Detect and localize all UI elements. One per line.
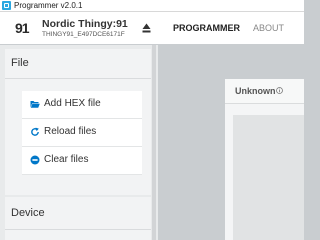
folder-open-icon: [30, 101, 40, 108]
sidebar: File Add HEX file Reload files Clear fil…: [0, 45, 158, 240]
file-panel: File Add HEX file Reload files Clear fil…: [5, 49, 151, 195]
device-name[interactable]: Nordic Thingy:91: [42, 18, 128, 30]
clear-files-button[interactable]: Clear files: [22, 147, 142, 175]
device-panel-title[interactable]: Device: [11, 207, 45, 219]
thingy91-logo: 91: [15, 20, 30, 36]
add-hex-file-label: Add HEX file: [44, 98, 101, 109]
tab-about[interactable]: ABOUT: [253, 22, 284, 34]
file-panel-title[interactable]: File: [11, 57, 29, 69]
divider: [5, 78, 151, 79]
memory-card-title: Unknown: [235, 86, 276, 96]
window-title-bar: Programmer v2.0.1: [0, 0, 304, 12]
clear-files-label: Clear files: [44, 154, 89, 165]
tab-programmer[interactable]: PROGRAMMER: [173, 22, 240, 34]
add-hex-file-button[interactable]: Add HEX file: [22, 91, 142, 119]
device-panel: Device: [5, 197, 151, 240]
sidebar-scrollbar[interactable]: [152, 45, 156, 240]
memory-card: Unknown: [225, 79, 304, 240]
eject-icon[interactable]: [142, 23, 151, 33]
reload-files-label: Reload files: [44, 126, 97, 137]
app-header: 91 Nordic Thingy:91 THINGY91_E497DCE6171…: [0, 12, 304, 44]
reload-files-button[interactable]: Reload files: [22, 119, 142, 147]
device-serial[interactable]: THINGY91_E497DCE6171F: [42, 31, 125, 39]
app-icon: [2, 1, 11, 10]
main-content: Unknown: [159, 45, 304, 240]
window-title: Programmer v2.0.1: [14, 1, 83, 10]
memory-card-header: Unknown: [225, 79, 304, 104]
minus-circle-icon: [30, 155, 40, 165]
memory-map: [233, 115, 304, 240]
reload-icon: [31, 127, 39, 136]
info-icon[interactable]: [276, 87, 283, 94]
divider: [5, 229, 151, 230]
